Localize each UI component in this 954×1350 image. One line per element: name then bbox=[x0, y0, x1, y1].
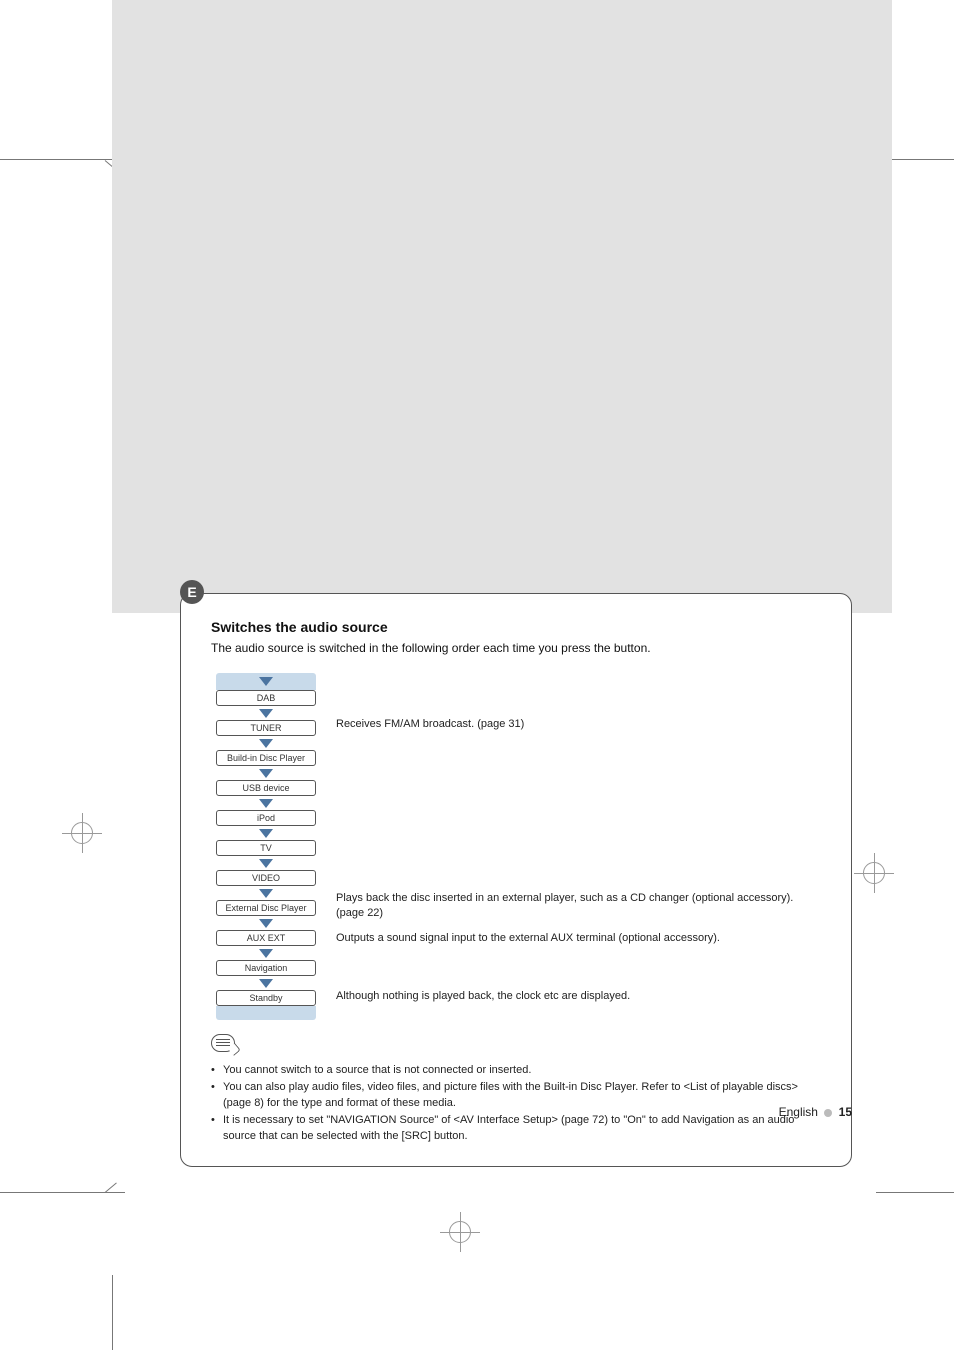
arrow-icon bbox=[216, 916, 316, 930]
flow-column: DAB TUNER Build-in Disc Player USB devic… bbox=[211, 673, 321, 1020]
footer-language: English bbox=[779, 1105, 818, 1119]
arrow-icon bbox=[216, 706, 316, 720]
flow-box-dab: DAB bbox=[216, 690, 316, 706]
flow-container: DAB TUNER Build-in Disc Player USB devic… bbox=[211, 673, 821, 1020]
section-subtitle: The audio source is switched in the foll… bbox=[211, 641, 821, 655]
section-title: Switches the audio source bbox=[211, 619, 821, 635]
print-mark-right bbox=[854, 853, 894, 893]
footer-page-number: 15 bbox=[839, 1105, 852, 1119]
flow-box-usb: USB device bbox=[216, 780, 316, 796]
crop-line bbox=[0, 1192, 125, 1193]
flow-box-builtin: Build-in Disc Player bbox=[216, 750, 316, 766]
flow-box-standby: Standby bbox=[216, 990, 316, 1006]
flow-box-nav: Navigation bbox=[216, 960, 316, 976]
arrow-icon bbox=[216, 766, 316, 780]
arrow-icon bbox=[216, 826, 316, 840]
flow-box-external: External Disc Player bbox=[216, 900, 316, 916]
page-gray-bg bbox=[112, 0, 892, 613]
section-audio-source: Switches the audio source The audio sour… bbox=[180, 593, 852, 1167]
arrow-icon bbox=[216, 886, 316, 900]
arrow-icon bbox=[216, 856, 316, 870]
arrow-icon bbox=[216, 796, 316, 810]
desc-external: Plays back the disc inserted in an exter… bbox=[336, 891, 821, 921]
desc-tuner: Receives FM/AM broadcast. (page 31) bbox=[336, 717, 821, 732]
description-column: Receives FM/AM broadcast. (page 31) Play… bbox=[336, 673, 821, 1020]
desc-standby: Although nothing is played back, the clo… bbox=[336, 989, 821, 1004]
footer-dot-icon bbox=[824, 1109, 832, 1117]
note-text: You cannot switch to a source that is no… bbox=[223, 1063, 531, 1079]
flow-end-block bbox=[216, 1006, 316, 1020]
crop-line bbox=[0, 159, 125, 160]
notes-list: •You cannot switch to a source that is n… bbox=[211, 1063, 821, 1145]
note-icon bbox=[211, 1034, 821, 1057]
flow-box-tuner: TUNER bbox=[216, 720, 316, 736]
arrow-icon bbox=[216, 736, 316, 750]
crop-line bbox=[876, 1192, 954, 1193]
crop-line bbox=[112, 1275, 113, 1350]
section-badge: E bbox=[180, 580, 204, 604]
desc-aux: Outputs a sound signal input to the exte… bbox=[336, 931, 821, 946]
note-item: •You cannot switch to a source that is n… bbox=[211, 1063, 821, 1079]
flow-box-ipod: iPod bbox=[216, 810, 316, 826]
arrow-icon bbox=[216, 976, 316, 990]
arrow-icon bbox=[216, 946, 316, 960]
flow-box-tv: TV bbox=[216, 840, 316, 856]
arrow-icon bbox=[216, 673, 316, 690]
print-mark-left bbox=[62, 813, 102, 853]
flow-box-video: VIDEO bbox=[216, 870, 316, 886]
page-footer: English 15 bbox=[180, 1105, 852, 1119]
flow-box-aux: AUX EXT bbox=[216, 930, 316, 946]
print-mark-bottom bbox=[440, 1212, 480, 1252]
